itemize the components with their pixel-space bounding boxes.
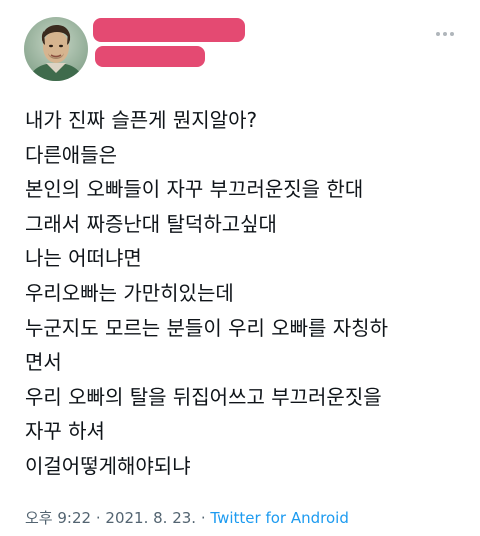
tweet-line: 누군지도 모르는 분들이 우리 오빠를 자칭하: [25, 315, 388, 340]
tweet-card: 내가 진짜 슬픈게 뭔지알아? 다른애들은 본인의 오빠들이 자꾸 부끄러운짓을…: [0, 0, 480, 536]
tweet-time[interactable]: 오후 9:22: [25, 509, 91, 527]
tweet-line: 본인의 오빠들이 자꾸 부끄러운짓을 한대: [25, 177, 364, 202]
tweet-line: 우리오빠는 가만히있는데: [25, 280, 234, 305]
more-options-icon-dot: [450, 32, 454, 36]
tweet-line: 그래서 짜증난대 탈덕하고싶대: [25, 211, 277, 236]
avatar[interactable]: [24, 17, 88, 81]
tweet-line: 우리 오빠의 탈을 뒤집어쓰고 부끄러운짓을: [25, 384, 382, 409]
tweet-text: 내가 진짜 슬픈게 뭔지알아? 다른애들은 본인의 오빠들이 자꾸 부끄러운짓을…: [25, 103, 465, 484]
display-name-redacted[interactable]: [93, 18, 245, 42]
tweet-line: 면서: [25, 350, 62, 375]
tweet-line: 이걸어떻게해야되냐: [25, 453, 191, 478]
tweet-line: 나는 어떠냐면: [25, 246, 142, 271]
tweet-metadata: 오후 9:22 · 2021. 8. 23. · Twitter for And…: [25, 507, 349, 529]
tweet-source-link[interactable]: Twitter for Android: [210, 509, 348, 527]
tweet-line: 내가 진짜 슬픈게 뭔지알아?: [25, 108, 258, 132]
more-options-icon: [436, 32, 440, 36]
avatar-image: [24, 17, 88, 81]
tweet-date[interactable]: 2021. 8. 23.: [105, 509, 196, 527]
meta-separator: ·: [200, 509, 206, 527]
more-options-button[interactable]: [432, 24, 458, 44]
more-options-icon-dot: [443, 32, 447, 36]
meta-separator: ·: [95, 509, 101, 527]
username-redacted[interactable]: [95, 46, 205, 67]
tweet-line: 다른애들은: [25, 142, 117, 167]
tweet-line: 자꾸 하셔: [25, 419, 105, 444]
